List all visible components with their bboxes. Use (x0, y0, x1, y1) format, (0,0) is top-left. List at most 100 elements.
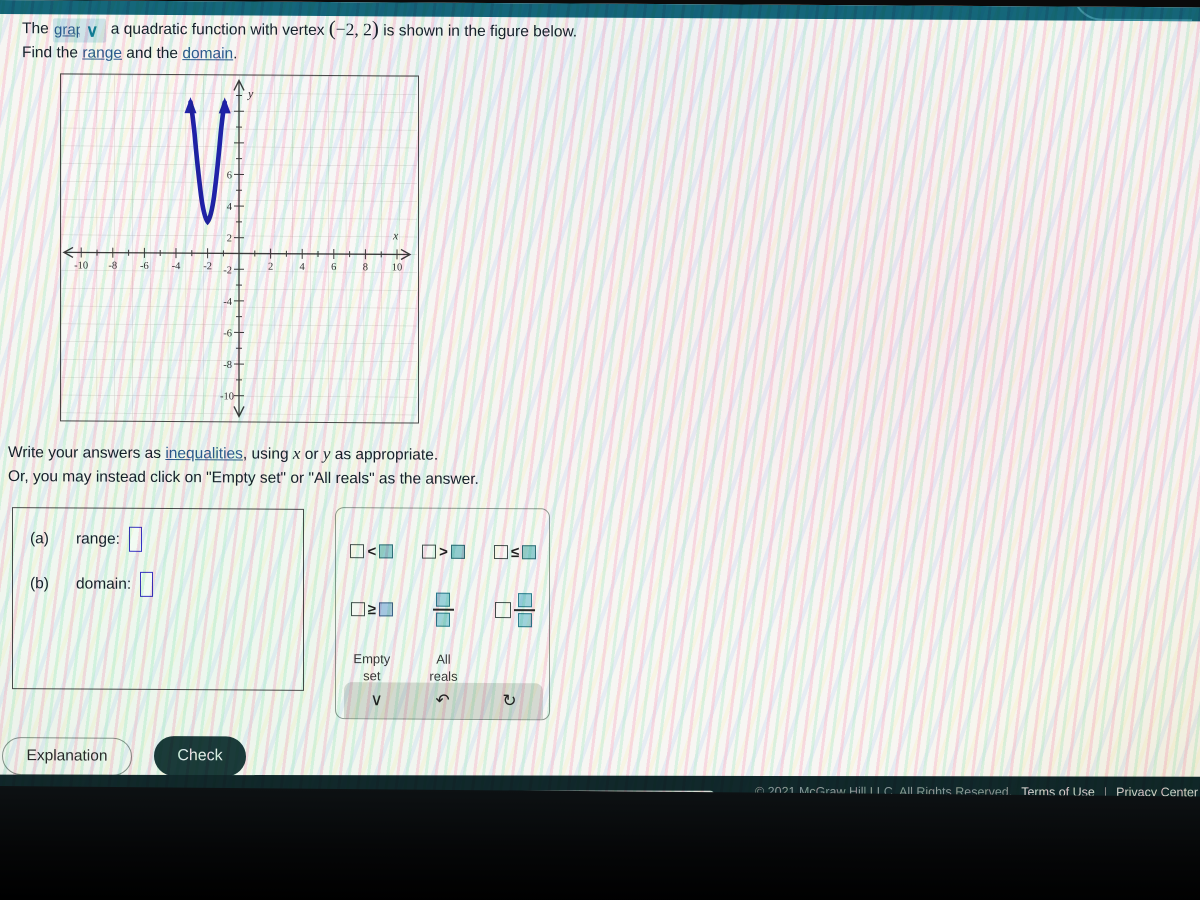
range-link[interactable]: range (82, 45, 122, 62)
fraction-bar-icon (432, 608, 454, 611)
less-than-symbol: < (367, 542, 377, 560)
svg-text:-6: -6 (223, 328, 232, 339)
answer-instructions: Write your answers as inequalities, usin… (8, 440, 479, 492)
math-keypad-panel: < > ≤ ≥ Empty set All reals ∨ ↶ ↻ (335, 507, 550, 721)
empty-set-line2: set (363, 668, 381, 684)
svg-text:-4: -4 (172, 261, 181, 272)
instruction-line1-post: as appropriate. (334, 446, 439, 464)
vertex-paren-close: ) (371, 16, 379, 41)
greater-equal-symbol: ≥ (367, 600, 376, 618)
domain-link[interactable]: domain (182, 45, 233, 62)
numerator-box-icon (436, 592, 451, 607)
question-line1-mid: a quadratic function with vertex (110, 20, 325, 39)
keypad-less-than-button[interactable]: < (350, 542, 394, 560)
instruction-line-2: Or, you may instead click on "Empty set"… (8, 468, 479, 488)
instruction-line1-or: or (304, 445, 319, 463)
svg-text:6: 6 (331, 262, 336, 273)
placeholder-box-icon (422, 544, 437, 559)
keypad-less-equal-button[interactable]: ≤ (494, 543, 537, 561)
variable-x: x (292, 443, 301, 463)
top-bar-curve-decoration (1072, 0, 1192, 22)
fraction-bar-icon (514, 609, 536, 612)
numerator-box-icon (517, 592, 532, 607)
answer-row-range: (a) range: (30, 526, 142, 552)
range-input[interactable] (128, 526, 142, 552)
dropdown-selected-text: graph of (54, 21, 81, 39)
placeholder-box-filled-icon (378, 602, 393, 617)
svg-text:-8: -8 (108, 261, 117, 272)
photo-of-monitor: The graph of ∨ a quadratic function with… (0, 0, 1200, 900)
svg-text:4: 4 (300, 262, 306, 273)
less-equal-symbol: ≤ (511, 543, 520, 561)
vertex-paren-open: ( (328, 16, 336, 41)
placeholder-box-icon (494, 545, 509, 560)
graph-figure: -10 -8 -6 -4 -2 2 4 6 8 10 2 4 6 -2 -4 -… (60, 73, 419, 424)
placeholder-box-filled-icon (450, 544, 465, 559)
keypad-empty-set-button[interactable]: Empty set (353, 650, 390, 684)
empty-set-label: Empty set (353, 650, 390, 684)
answer-row-domain: (b) domain: (30, 571, 154, 597)
fraction-icon (514, 592, 536, 628)
inequalities-link[interactable]: inequalities (165, 445, 243, 462)
graph-of-dropdown[interactable]: graph of ∨ (53, 18, 107, 43)
svg-text:-10: -10 (220, 391, 234, 402)
question-line-2: Find the range and the domain. (22, 41, 782, 70)
keypad-button-grid: < > ≤ ≥ Empty set All reals (336, 522, 550, 697)
keypad-fraction-button[interactable] (432, 592, 454, 628)
instruction-line1-pre: Write your answers as (8, 444, 162, 462)
redo-icon[interactable]: ↻ (502, 691, 516, 711)
keypad-toolbar: ∨ ↶ ↻ (344, 682, 543, 720)
mixed-number-icon (495, 592, 536, 628)
keypad-greater-than-button[interactable]: > (422, 543, 465, 560)
check-button[interactable]: Check (154, 735, 246, 777)
answer-panel: (a) range: (b) domain: (12, 507, 304, 691)
placeholder-box-icon (350, 544, 365, 559)
svg-text:-6: -6 (140, 261, 149, 272)
question-line2-post: . (233, 45, 238, 63)
desk-area (0, 786, 1200, 900)
svg-text:10: 10 (392, 262, 402, 273)
undo-icon[interactable]: ↶ (435, 691, 449, 711)
question-prompt: The graph of ∨ a quadratic function with… (22, 14, 782, 70)
placeholder-box-icon (350, 602, 365, 617)
question-line2-mid: and the (126, 44, 179, 63)
instruction-line-1: Write your answers as inequalities, usin… (8, 440, 479, 468)
monitor-screen-area: The graph of ∨ a quadratic function with… (0, 0, 1200, 808)
x-axis-label: x (392, 228, 399, 242)
svg-text:6: 6 (227, 170, 232, 181)
instruction-line1-mid: , using (242, 445, 289, 463)
all-reals-line1: All (436, 651, 451, 667)
svg-text:-2: -2 (223, 265, 232, 276)
keypad-mixed-number-button[interactable] (495, 592, 536, 628)
keypad-all-reals-button[interactable]: All reals (429, 651, 457, 685)
svg-text:2: 2 (227, 233, 232, 244)
domain-input[interactable] (140, 571, 154, 597)
chevron-down-icon: ∨ (86, 21, 99, 41)
fraction-icon (432, 592, 454, 628)
answer-label-range: range: (76, 529, 120, 548)
svg-text:8: 8 (363, 262, 368, 273)
question-line2-pre: Find the (22, 44, 79, 62)
keypad-collapse-icon[interactable]: ∨ (370, 690, 382, 710)
vertex-value: −2, 2 (335, 19, 372, 40)
placeholder-box-filled-icon (522, 545, 537, 560)
all-reals-line2: reals (429, 668, 458, 684)
svg-text:-2: -2 (203, 261, 212, 272)
svg-text:-4: -4 (223, 297, 232, 308)
answer-index-b: (b) (30, 574, 49, 592)
question-line1-pre: The (22, 20, 49, 38)
keypad-greater-equal-button[interactable]: ≥ (350, 600, 393, 618)
svg-text:-8: -8 (223, 360, 232, 371)
placeholder-box-filled-icon (379, 544, 394, 559)
variable-y: y (322, 443, 331, 464)
answer-index-a: (a) (30, 529, 49, 547)
y-axis-label: y (247, 87, 254, 101)
answer-label-domain: domain: (76, 574, 132, 593)
whole-part-box-icon (495, 602, 512, 619)
svg-text:2: 2 (268, 262, 273, 273)
svg-text:4: 4 (227, 202, 233, 213)
empty-set-line1: Empty (353, 651, 391, 667)
explanation-button[interactable]: Explanation (2, 737, 132, 776)
denominator-box-icon (517, 613, 532, 628)
denominator-box-icon (436, 613, 451, 628)
